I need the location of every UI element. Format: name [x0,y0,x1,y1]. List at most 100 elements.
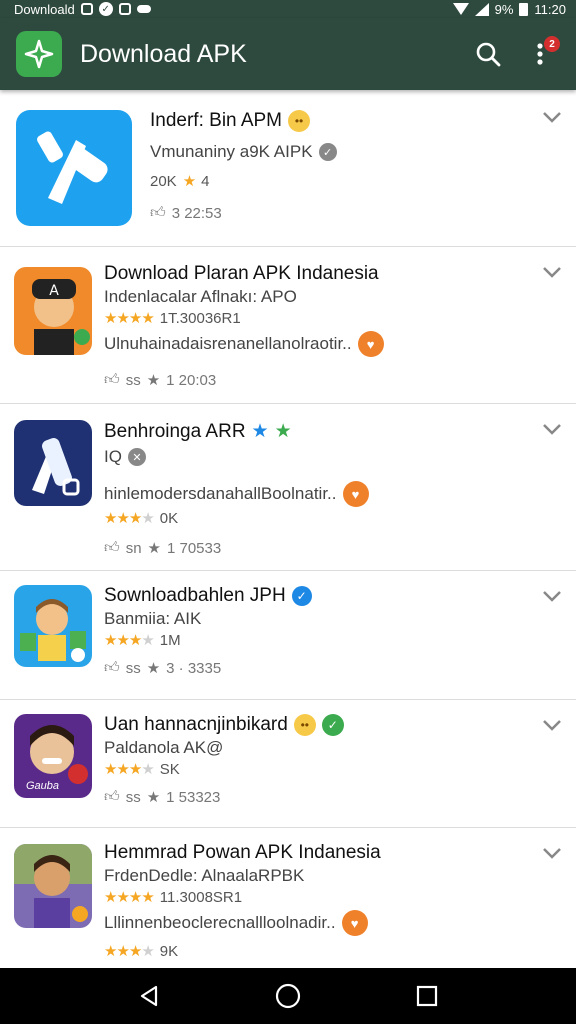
meta-count: sn [125,539,142,557]
chevron-down-icon[interactable] [542,422,562,436]
close-circle-icon: ✕ [127,448,146,466]
list-item[interactable]: Benhroinga ARR ★ ★ IQ ✕ hinlemodersdanah… [0,404,576,571]
meta-count: ss [125,659,141,677]
star-rating-icon: ★★★★ [104,943,155,960]
app-bar: Download APK 2 [0,18,576,90]
item-rating: 20K ★ 4 [150,172,536,191]
star-rating-icon: ★★★★ [104,632,155,649]
star-green-icon: ★ [274,421,292,442]
item-title: Hemmrad Powan APK Indanesia [104,842,536,864]
recents-button[interactable] [407,976,447,1016]
chevron-down-icon[interactable] [542,265,562,279]
item-description-text: hinlemodersdanahallBoolnatir.. [104,484,337,503]
download-icon [118,3,131,15]
star-rating-icon: ★★★★ [104,510,155,527]
list-item[interactable]: Inderf: Bin APM •• Vmunaniny a9K AIPK ✓ … [0,92,576,247]
item-title-text: Hemmrad Powan APK Indanesia [104,842,381,863]
item-body: Inderf: Bin APM •• Vmunaniny a9K AIPK ✓ … [150,110,536,222]
battery-icon [519,2,529,16]
item-meta: 👍︎ ss ★ 1 20:03 [104,371,536,389]
star-icon: ★ [182,173,196,190]
notification-icon [80,3,93,15]
item-rating-secondary: ★★★★ 9K [104,942,536,961]
blue-wrench-app-icon [16,110,132,226]
item-rating: ★★★★ 11.3008SR1 [104,888,536,907]
rating-count: 9K [159,942,179,960]
list-item[interactable]: A Download Plaran APK Indanesia Indenlac… [0,247,576,404]
meta-time: 1 53323 [166,788,221,806]
item-meta: 👍︎ 3 22:53 [150,204,536,222]
home-circle-icon [275,983,301,1009]
item-subtitle: Banmiia: AIK [104,609,536,629]
rating-count: SK [159,760,180,778]
emoji-icon: •• [288,110,311,132]
chevron-down-icon[interactable] [542,718,562,732]
purple-portrait-app-icon: Gauba [14,714,92,798]
man-cartoon-app-icon [14,844,92,928]
item-subtitle-text: Vmunaniny a9K AIPK [150,142,313,161]
navy-tool-app-icon [14,420,92,506]
back-triangle-icon [141,985,158,1007]
emoji-icon: •• [293,714,316,736]
thumb-up-icon: 👍︎ [104,539,120,556]
heart-icon[interactable]: ♥ [341,910,368,936]
cloud-icon [136,5,151,13]
thumb-up-icon: 👍︎ [104,371,120,388]
item-meta: 👍︎ ss ★ 1 53323 [104,788,536,806]
list-item[interactable]: Sownloadbahlen JPH ✓ Banmiia: AIK ★★★★ 1… [0,571,576,700]
item-subtitle-text: Indenlacalar Aflnakı: APO [104,287,297,306]
star-rating-icon: ★★★★ [104,889,155,906]
orange-avatar-app-icon: A [14,267,92,355]
status-right: 9% 11:20 [452,2,566,17]
verified-gray-icon: ✓ [318,143,337,161]
list-item[interactable]: Gauba Uan hannacnjinbikard •• ✓ Paldanol… [0,700,576,828]
item-title-text: Benhroinga ARR [104,420,246,442]
thumb-up-icon: 👍︎ [104,659,120,676]
item-subtitle-text: FrdenDedle: AlnaalaRPBK [104,866,305,885]
home-button[interactable] [268,976,308,1016]
item-title-text: Download Plaran APK Indanesia [104,263,379,284]
verified-green-icon: ✓ [321,714,344,736]
meta-time: 1 70533 [166,539,222,557]
rating-value: 4 [201,172,210,190]
star-outline-icon: ★ [146,372,161,389]
item-title: Download Plaran APK Indanesia [104,263,536,285]
notification-badge: 2 [544,36,560,52]
item-body: Sownloadbahlen JPH ✓ Banmiia: AIK ★★★★ 1… [104,585,536,677]
item-rating: ★★★★ SK [104,760,536,779]
item-description: Lllinnenbeoclerecnallloolnadir.. ♥ [104,910,536,936]
thumb-up-icon: 👍︎ [150,204,166,221]
meta-count: ss [125,371,141,389]
chevron-down-icon[interactable] [542,110,562,124]
overflow-menu-button[interactable]: 2 [520,34,560,74]
app-logo-icon[interactable] [16,31,62,77]
thumb-up-icon: 👍︎ [104,788,120,805]
chevron-down-icon[interactable] [542,846,562,860]
item-title-text: Uan hannacnjinbikard [104,714,288,735]
verified-icon: ✓ [291,586,312,606]
item-rating: ★★★★ 1M [104,631,536,650]
heart-icon[interactable]: ♥ [357,331,384,357]
item-meta: 👍︎ sn ★ 1 70533 [104,539,536,557]
meta-time: 1 20:03 [166,371,217,389]
meta-count: ss [125,788,141,806]
chevron-down-icon[interactable] [542,589,562,603]
signal-icon [474,2,489,16]
recents-square-icon [416,985,437,1007]
item-subtitle-text: IQ [104,447,122,466]
item-body: Hemmrad Powan APK Indanesia FrdenDedle: … [104,842,536,960]
star-rating-icon: ★★★★ [104,310,155,327]
search-button[interactable] [468,34,508,74]
status-left: Downloald ✓ [14,2,151,17]
star-rating-icon: ★★★★ [104,761,155,778]
list-item[interactable]: Hemmrad Powan APK Indanesia FrdenDedle: … [0,828,576,968]
kid-cartoon-app-icon [14,585,92,667]
meta-time: 3 · 3335 [166,659,222,677]
rating-count: 1T.30036R1 [159,309,241,327]
item-meta: 👍︎ ss ★ 3 · 3335 [104,659,536,677]
back-button[interactable] [129,976,169,1016]
app-title: Download APK [80,39,247,68]
heart-icon[interactable]: ♥ [342,481,369,507]
item-title: Inderf: Bin APM •• [150,110,536,132]
wifi-icon [452,3,469,15]
